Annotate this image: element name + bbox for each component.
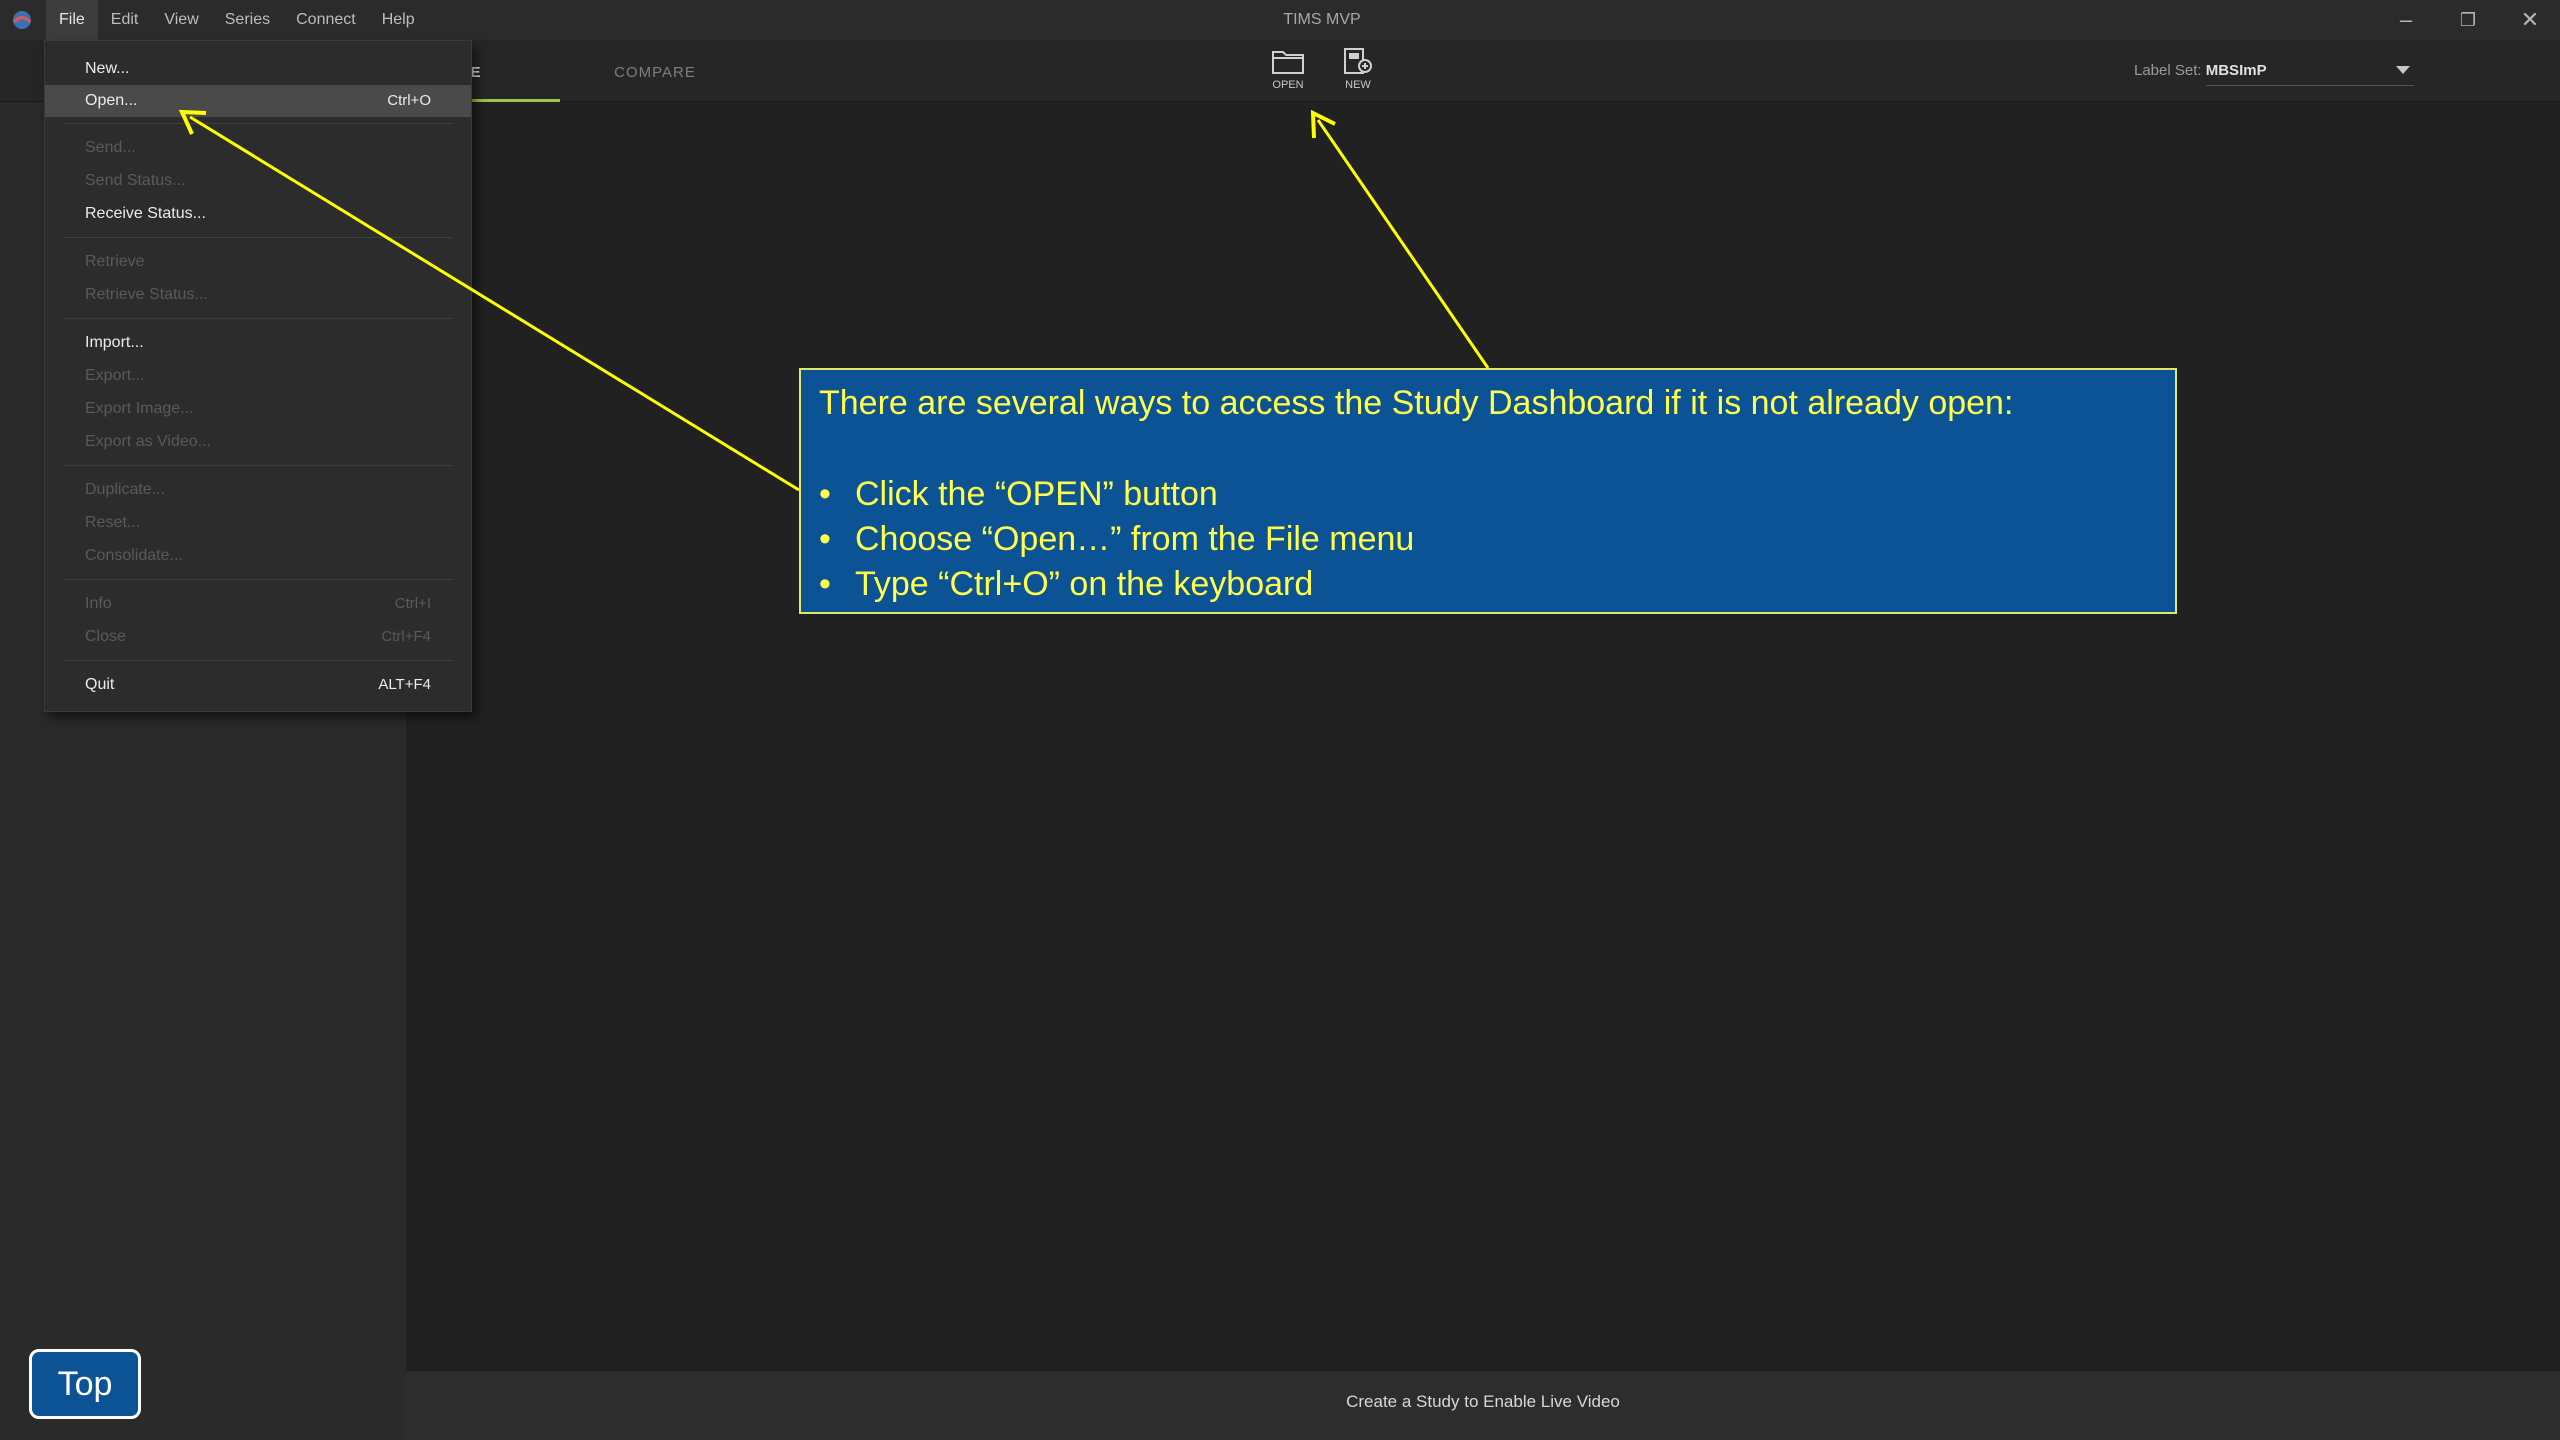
menu-item-export-image: Export Image... xyxy=(85,400,194,417)
close-button[interactable]: ✕ xyxy=(2500,0,2560,40)
instruction-callout: There are several ways to access the Stu… xyxy=(799,368,2177,614)
label-set-dropdown[interactable] xyxy=(2206,60,2414,86)
callout-bullet-item: • Click the “OPEN” button xyxy=(819,472,1414,517)
menu-item-info: Info Ctrl+I xyxy=(45,588,471,620)
shortcut-quit: ALT+F4 xyxy=(378,676,431,693)
file-menu-dropdown: New... Open... Ctrl+O Send... Send Statu… xyxy=(44,40,472,712)
tab-compare[interactable]: COMPARE xyxy=(590,40,720,102)
menu-bar: File Edit View Series Connect Help xyxy=(46,0,428,40)
menu-item-new[interactable]: New... xyxy=(45,53,471,85)
menu-item-import[interactable]: Import... xyxy=(45,327,471,359)
menu-divider xyxy=(63,579,453,580)
menu-item-reset: Reset... xyxy=(85,514,141,531)
menu-item-export-video: Export as Video... xyxy=(85,433,211,450)
menu-help[interactable]: Help xyxy=(369,0,428,40)
menu-item-close: Close Ctrl+F4 xyxy=(45,621,471,653)
minimize-button[interactable]: – xyxy=(2376,0,2436,40)
new-button-label: NEW xyxy=(1345,79,1371,91)
arrow-to-open-button xyxy=(1310,109,1490,369)
menu-series[interactable]: Series xyxy=(212,0,283,40)
menu-edit[interactable]: Edit xyxy=(98,0,152,40)
shortcut-info: Ctrl+I xyxy=(394,595,431,612)
callout-bullet-text: Type “Ctrl+O” on the keyboard xyxy=(855,565,1314,603)
menu-item-receive-status[interactable]: Receive Status... xyxy=(45,198,471,230)
menu-item-retrieve-status: Retrieve Status... xyxy=(85,286,208,303)
bullet-glyph: • xyxy=(819,475,831,513)
callout-list: • Click the “OPEN” button • Choose “Open…”… xyxy=(819,472,1414,607)
menu-divider xyxy=(63,123,453,124)
menu-divider xyxy=(63,318,453,319)
callout-intro: There are several ways to access the Stu… xyxy=(819,384,2014,422)
shortcut-open: Ctrl+O xyxy=(387,92,431,109)
bullet-glyph: • xyxy=(819,565,831,603)
callout-bullet-text: Click the “OPEN” button xyxy=(855,475,1218,513)
callout-bullet-item: • Type “Ctrl+O” on the keyboard xyxy=(819,562,1414,607)
menu-item-quit[interactable]: Quit ALT+F4 xyxy=(45,669,471,701)
window-title: TIMS MVP xyxy=(1283,11,1361,28)
title-bar: File Edit View Series Connect Help TIMS … xyxy=(0,0,2560,40)
menu-item-consolidate: Consolidate... xyxy=(85,547,183,564)
menu-item-send: Send... xyxy=(85,139,136,156)
status-bar: Create a Study to Enable Live Video xyxy=(406,1370,2560,1440)
callout-bullet-text: Choose “Open…” from the File menu xyxy=(855,520,1415,558)
app-logo-icon[interactable] xyxy=(10,9,34,31)
open-button-label: OPEN xyxy=(1272,79,1304,91)
new-button[interactable]: NEW xyxy=(1330,46,1386,98)
menu-item-duplicate: Duplicate... xyxy=(85,481,166,498)
new-study-icon xyxy=(1344,48,1372,74)
label-set-prefix: Label Set: xyxy=(2134,62,2202,79)
top-button[interactable]: Top xyxy=(29,1349,141,1419)
menu-view[interactable]: View xyxy=(151,0,211,40)
menu-file[interactable]: File xyxy=(46,0,98,40)
menu-divider xyxy=(63,237,453,238)
menu-item-send-status: Send Status... xyxy=(85,172,186,189)
folder-icon xyxy=(1272,51,1304,74)
menu-connect[interactable]: Connect xyxy=(283,0,369,40)
menu-item-retrieve: Retrieve xyxy=(85,253,145,270)
shortcut-close: Ctrl+F4 xyxy=(381,628,431,645)
menu-divider xyxy=(63,465,453,466)
bullet-glyph: • xyxy=(819,520,831,558)
menu-item-open[interactable]: Open... Ctrl+O xyxy=(45,85,471,117)
chevron-down-icon[interactable] xyxy=(2396,66,2410,74)
menu-item-export: Export... xyxy=(85,367,145,384)
open-button[interactable]: OPEN xyxy=(1260,46,1316,98)
callout-bullet-item: • Choose “Open…” from the File menu xyxy=(819,517,1414,562)
menu-divider xyxy=(63,660,453,661)
maximize-button[interactable]: ❐ xyxy=(2438,0,2498,40)
